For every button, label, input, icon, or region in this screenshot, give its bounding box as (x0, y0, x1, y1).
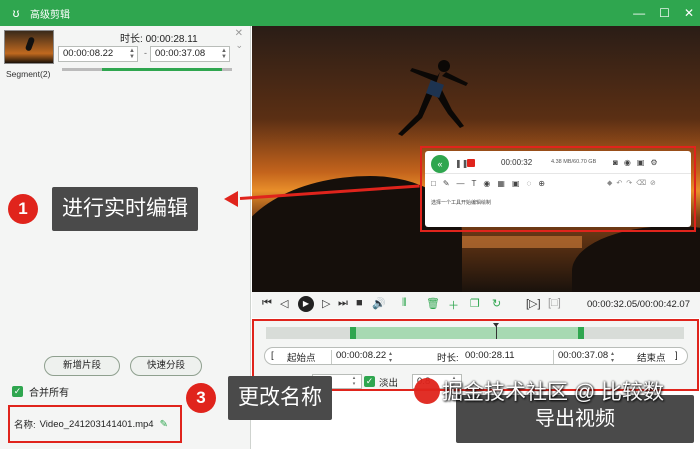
split-icon[interactable]: ⫴ (402, 297, 407, 310)
segment-end-field[interactable]: 00:00:37.08 ▲ ▼ (150, 46, 230, 62)
step-forward-icon[interactable]: ▷ (322, 297, 330, 310)
add-icon[interactable]: ＋ (448, 297, 459, 313)
start-point-button[interactable]: 起始点 (287, 350, 316, 364)
file-name-field[interactable]: 名称: Video_241203141401.mp4 ✎ (8, 405, 182, 443)
minimize-icon[interactable]: — (633, 6, 645, 20)
window-controls: — ☐ ✕ (633, 0, 694, 26)
stop-icon[interactable] (467, 159, 475, 167)
step-back-icon[interactable]: ◁ (280, 297, 288, 310)
segment-collapse-icon[interactable]: ⌄ (235, 40, 243, 51)
end-point-button[interactable]: 结束点 (637, 350, 666, 364)
segment-panel: 时长: 00:00:28.11 ✕ ⌄ 00:00:08.22 ▲ ▼ - 00:… (0, 26, 251, 449)
duration-label: 时长: (437, 353, 459, 364)
check-icon: ✓ (12, 386, 23, 397)
skip-end-icon[interactable]: ⏭ (338, 297, 348, 310)
volume-icon[interactable]: 🔊 (372, 297, 386, 310)
quick-split-button[interactable]: 快速分段 (130, 356, 202, 376)
new-segment-button[interactable]: 新增片段 (44, 356, 120, 376)
maximize-icon[interactable]: ☐ (659, 6, 670, 20)
draw-tools[interactable]: □✎—T◉▦▣◌⊕ (431, 179, 552, 188)
segment-close-icon[interactable]: ✕ (235, 28, 243, 39)
range-separator: - (144, 48, 147, 58)
edit-tools[interactable]: ◆↶↷⌫⊘ (607, 179, 660, 187)
reset-icon[interactable]: ↻ (492, 297, 501, 310)
delete-icon[interactable]: 🗑 (426, 297, 440, 310)
timeline-track[interactable] (266, 323, 684, 339)
range-end-handle[interactable] (578, 327, 584, 339)
segment-duration: 时长: 00:00:28.11 (120, 34, 198, 45)
segment-label: Segment(2) (6, 69, 51, 79)
trim-range-row: [ 起始点 00:00:08.22 ▴ ▾ 时长: 00:00:28.11 00:… (264, 347, 688, 365)
stop-icon[interactable]: ■ (356, 297, 363, 309)
app-logo-icon: ʊ (12, 6, 20, 20)
selected-range (352, 327, 580, 339)
play-icon[interactable]: ▶ (298, 296, 314, 312)
window-title: 高级剪辑 (30, 9, 70, 21)
annotation-number: 1 (8, 194, 38, 224)
close-icon[interactable]: ✕ (684, 6, 694, 20)
spin-icon[interactable]: ▴ ▾ (611, 350, 614, 364)
bracket-close-icon: ] (675, 350, 678, 361)
edit-pencil-icon[interactable]: ✎ (160, 419, 168, 430)
recorder-hint: 选择一个工具开始编辑绘制 (431, 200, 492, 206)
bracket-open-icon: [ (271, 350, 274, 361)
recorder-time: 00:00:32 (501, 158, 533, 167)
segment-thumbnail (4, 30, 54, 64)
playback-controls: ⏮ ◁ ▶ ▷ ⏭ ■ 🔊 ⫴ 🗑 ＋ ❐ ↻ [▷] [□] 00:00:32… (252, 292, 700, 318)
segment-card[interactable]: 时长: 00:00:28.11 ✕ ⌄ 00:00:08.22 ▲ ▼ - 00:… (4, 28, 247, 72)
skip-start-icon[interactable]: ⏮ (262, 297, 272, 310)
annotation-callout: 进行实时编辑 (52, 187, 198, 231)
check-icon[interactable]: ✓ (364, 376, 375, 387)
duration-value: 00:00:28.11 (465, 350, 515, 361)
spin-icon[interactable]: ▲ ▼ (221, 48, 227, 60)
title-bar: ʊ 高级剪辑 — ☐ ✕ (0, 0, 700, 26)
time-readout: 00:00:32.05/00:00:42.07 (586, 299, 690, 310)
spin-icon[interactable]: ▲ ▼ (129, 48, 135, 60)
mark-out-icon[interactable]: [□] (548, 297, 561, 309)
range-start-handle[interactable] (350, 327, 356, 339)
annotation-callout: 更改名称 (228, 376, 332, 420)
recorder-tools[interactable]: ◙◉▣⚙ (613, 158, 664, 167)
segment-start-field[interactable]: 00:00:08.22 ▲ ▼ (58, 46, 138, 62)
segment-progress (62, 68, 232, 71)
mark-in-icon[interactable]: [▷] (526, 297, 541, 310)
recorder-toolbar: « ❚❚ 00:00:32 4.38 MB/60.70 GB ◙◉▣⚙ □✎—T… (425, 151, 691, 227)
copy-icon[interactable]: ❐ (470, 297, 480, 310)
annotation-number: 3 (186, 383, 216, 413)
recorder-size: 4.38 MB/60.70 GB (551, 159, 597, 165)
spin-icon[interactable]: ▴ ▾ (389, 350, 392, 364)
playhead[interactable] (493, 323, 499, 339)
watermark: 掘金技术社区 @ 比较数 (414, 376, 698, 406)
arrowhead-icon (224, 191, 238, 207)
merge-all-checkbox[interactable]: ✓ 合并所有 (12, 384, 69, 399)
collapse-icon[interactable]: « (431, 155, 449, 173)
realtime-edit-highlight: « ❚❚ 00:00:32 4.38 MB/60.70 GB ◙◉▣⚙ □✎—T… (420, 146, 696, 232)
